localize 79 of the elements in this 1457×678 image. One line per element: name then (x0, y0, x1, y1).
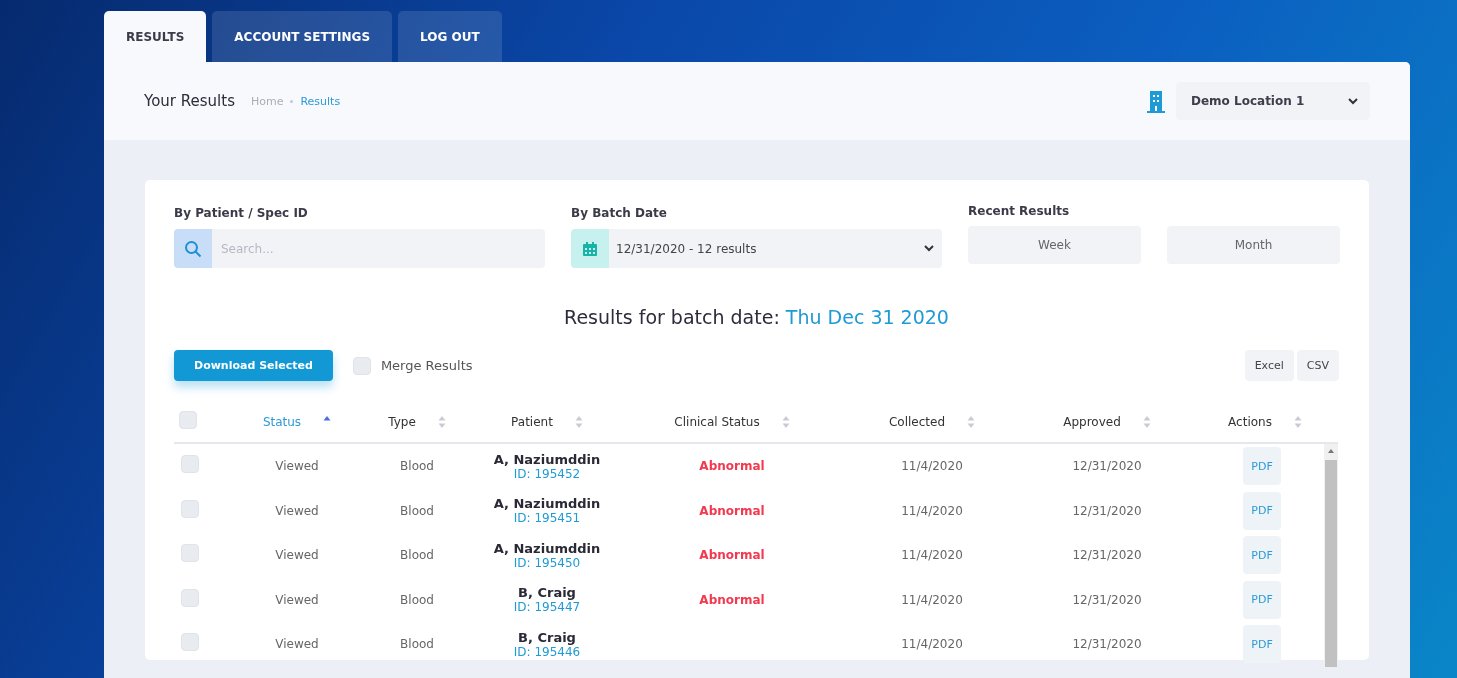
nav-tab[interactable]: RESULTS (104, 11, 207, 62)
table-cell-text: 12/31/2020 (1071, 503, 1143, 518)
calendar-icon (571, 229, 609, 268)
field-label: By Batch Date (571, 206, 668, 220)
column-header[interactable]: Type (388, 415, 416, 429)
clinical-status: Abnormal (698, 592, 766, 607)
patient-id[interactable]: ID: 195452 (472, 466, 622, 481)
table-cell-text: 11/4/2020 (900, 592, 964, 607)
checkbox-label: Merge Results (380, 358, 473, 373)
table-cell-text: Viewed (274, 503, 320, 518)
table-cell-text: 12/31/2020 (1071, 637, 1143, 652)
field-label: By Patient / Spec ID (174, 206, 309, 220)
checkbox[interactable] (181, 633, 199, 652)
chevron-down-icon (1348, 97, 1358, 105)
column-header[interactable]: Collected (888, 415, 946, 429)
table-cell-text: Blood (399, 592, 435, 607)
pdf-button[interactable]: PDF (1243, 625, 1281, 664)
patient-name: A, Naziumddin (492, 451, 602, 467)
results-heading: Results for batch date: Thu Dec 31 2020 (563, 306, 950, 328)
page-title: Your Results (144, 92, 235, 110)
checkbox[interactable] (181, 499, 199, 518)
clinical-status: Abnormal (698, 548, 766, 563)
table-cell-text: 11/4/2020 (900, 503, 964, 518)
patient-name: B, Craig (517, 585, 577, 601)
patient-name: B, Craig (517, 629, 577, 645)
search-field[interactable]: Search... (212, 229, 545, 268)
nav-tab[interactable]: ACCOUNT SETTINGS (212, 11, 393, 62)
clinical-status: Abnormal (698, 503, 766, 518)
checkbox[interactable] (179, 411, 197, 429)
checkbox[interactable] (352, 356, 371, 375)
pdf-button[interactable]: PDF (1243, 491, 1281, 530)
location-dropdown[interactable]: Demo Location 1 (1176, 82, 1370, 120)
patient-name: A, Naziumddin (492, 496, 602, 512)
column-header[interactable]: Status (262, 415, 302, 429)
range-button[interactable]: Week (968, 226, 1141, 264)
nav-tab[interactable]: LOG OUT (398, 11, 502, 62)
patient-id[interactable]: ID: 195450 (472, 555, 622, 570)
table-cell-text: 12/31/2020 (1071, 592, 1143, 607)
pdf-button[interactable]: PDF (1243, 536, 1281, 575)
export-button[interactable]: Excel (1244, 350, 1294, 381)
patient-name: A, Naziumddin (492, 540, 602, 556)
patient-id[interactable]: ID: 195446 (472, 644, 622, 659)
breadcrumb-link[interactable]: Results (300, 94, 341, 108)
checkbox[interactable] (181, 455, 199, 474)
column-header[interactable]: Clinical Status (674, 415, 760, 429)
checkbox[interactable] (181, 544, 199, 563)
column-header[interactable]: Actions (1228, 415, 1272, 429)
chevron-down-icon (924, 245, 934, 252)
batch-date-dropdown[interactable]: 12/31/2020 - 12 results (609, 229, 942, 268)
scroll-up-icon[interactable] (1327, 448, 1335, 454)
table-cell-text: Blood (399, 503, 435, 518)
table-cell-text: 11/4/2020 (900, 459, 964, 474)
table-cell-text: Viewed (274, 637, 320, 652)
clinical-status: Abnormal (698, 459, 766, 474)
table-cell-text: Viewed (274, 548, 320, 563)
patient-id[interactable]: ID: 195447 (472, 600, 622, 615)
table-cell-text: Blood (399, 548, 435, 563)
range-button[interactable]: Month (1167, 226, 1340, 264)
table-cell-text: 11/4/2020 (900, 548, 964, 563)
export-button[interactable]: CSV (1296, 350, 1339, 381)
table-cell-text: Viewed (274, 592, 320, 607)
table-cell-text: Blood (399, 637, 435, 652)
table-cell-text: Viewed (274, 459, 320, 474)
building-icon (1146, 89, 1166, 113)
download-button[interactable]: Download Selected (174, 350, 333, 381)
search-icon[interactable] (174, 229, 212, 268)
column-header[interactable]: Patient (511, 415, 553, 429)
table-cell-text: 11/4/2020 (900, 637, 964, 652)
checkbox[interactable] (181, 588, 199, 607)
patient-id[interactable]: ID: 195451 (472, 511, 622, 526)
scrollbar[interactable] (1324, 444, 1338, 667)
dropdown-value: 12/31/2020 - 12 results (615, 241, 758, 256)
table-cell-text: Blood (399, 459, 435, 474)
pdf-button[interactable]: PDF (1243, 580, 1281, 619)
table-cell-text: 12/31/2020 (1071, 459, 1143, 474)
table-cell-text: 12/31/2020 (1071, 548, 1143, 563)
pdf-button[interactable]: PDF (1243, 447, 1281, 486)
field-label: Recent Results (968, 204, 1071, 218)
column-header[interactable]: Approved (1063, 415, 1121, 429)
